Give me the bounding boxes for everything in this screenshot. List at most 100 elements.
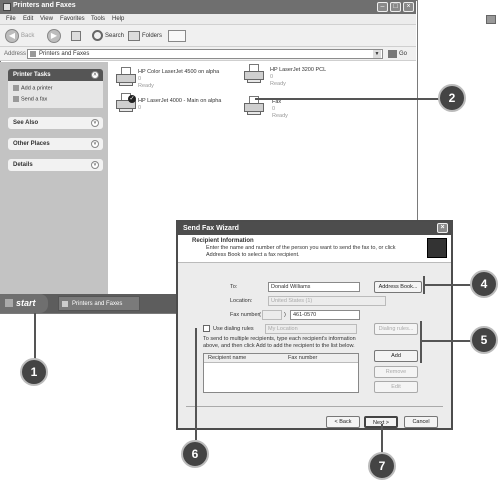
start-button[interactable]: start [0,294,48,313]
menu-view[interactable]: View [40,16,53,22]
cancel-button[interactable]: Cancel [404,416,438,428]
start-label: start [16,298,36,308]
callout-line-6 [195,328,197,440]
callout-line-4-bracket [423,276,425,294]
minimize-button[interactable]: – [377,2,388,12]
dialing-location-select[interactable]: My Location [265,324,357,334]
callout-line-1 [34,313,36,359]
multi-recipient-note: To send to multiple recipients, type eac… [203,336,356,349]
area-code-input[interactable] [262,310,282,320]
recipient-list[interactable]: Recipient name Fax number [203,353,359,393]
callout-line-5-bracket [420,321,422,363]
printer-count: 0 [138,105,142,111]
printer-item-3200[interactable]: HP LaserJet 3200 PCL 0 Ready [270,67,370,88]
dialog-close-button[interactable]: × [437,223,448,233]
expand-chevron-icon[interactable]: ˅ [91,119,99,127]
printer-icon[interactable] [116,67,136,87]
folders-icon[interactable] [128,31,140,41]
dialog-titlebar: Send Fax Wizard × [178,222,451,235]
printer-item-4000[interactable]: HP LaserJet 4000 - Main on alpha 0 [138,98,228,112]
taskbar-item-printers[interactable]: Printers and Faxes [58,296,140,311]
address-input[interactable]: Printers and Faxes ▼ [27,49,383,59]
menubar: File Edit View Favorites Tools Help [0,14,416,25]
back-label[interactable]: Back [21,33,34,39]
menu-file[interactable]: File [6,16,16,22]
menu-tools[interactable]: Tools [91,16,105,22]
menu-help[interactable]: Help [112,16,124,22]
printer-item-fax[interactable]: Fax 0 Ready [272,99,332,120]
callout-4: 4 [470,270,498,298]
callout-line-4 [424,284,472,286]
folders-button[interactable]: Folders [142,33,162,39]
search-button[interactable]: Search [105,33,124,39]
printer-tasks-body: Add a printer Send a fax [8,81,103,108]
menu-favorites[interactable]: Favorites [60,16,85,22]
dialing-rules-button[interactable]: Dialing rules... [374,323,418,335]
dialog-heading: Recipient Information [192,238,254,244]
maximize-button[interactable]: □ [390,2,401,12]
printer-tasks-header[interactable]: Printer Tasks ˄ [8,69,103,81]
back-button[interactable]: < Back [326,416,360,428]
close-button[interactable]: × [403,2,414,12]
expand-chevron-icon[interactable]: ˅ [91,161,99,169]
fax-paren-close: ) [284,312,286,318]
add-button[interactable]: Add [374,350,418,362]
location-label: Location: [230,298,253,304]
to-input[interactable]: Donald Williams [268,282,360,292]
add-printer-link[interactable]: Add a printer [13,85,53,91]
other-places-title: Other Places [13,141,50,147]
windows-flag-icon [5,299,13,307]
dropdown-arrow-icon[interactable]: ▼ [373,50,381,58]
expand-chevron-icon[interactable]: ˅ [91,140,99,148]
send-fax-label: Send a fax [21,96,48,103]
fax-paren-open: ( [259,312,261,318]
callout-2: 2 [438,84,466,112]
address-book-button[interactable]: Address Book... [374,281,422,293]
collapse-chevron-icon[interactable]: ˄ [91,71,99,79]
callout-1: 1 [20,358,48,386]
col-recipient-name[interactable]: Recipient name [208,355,246,361]
send-fax-link[interactable]: Send a fax [13,96,47,102]
use-dialing-rules-checkbox[interactable] [203,325,210,332]
edit-button[interactable]: Edit [374,381,418,393]
see-also-header[interactable]: See Also ˅ [8,117,103,129]
window-title: Printers and Faxes [13,2,76,9]
dialog-title: Send Fax Wizard [183,225,239,232]
printer-tasks-title: Printer Tasks [13,72,51,78]
printer-folder-icon [3,3,11,11]
go-arrow-icon[interactable] [388,50,397,58]
send-fax-wizard-dialog: Send Fax Wizard × Recipient Information … [176,220,453,430]
printer-count: 0 [272,106,276,112]
fax-icon [13,96,19,102]
add-printer-icon [13,85,19,91]
use-dialing-rules-label[interactable]: Use dialing rules [213,326,254,332]
callout-6: 6 [181,440,209,468]
views-icon[interactable] [168,30,186,42]
fax-number-input[interactable]: 461-0570 [290,310,360,320]
menu-edit[interactable]: Edit [23,16,33,22]
remove-button[interactable]: Remove [374,366,418,378]
address-value: Printers and Faxes [39,51,90,57]
forward-arrow-icon[interactable]: ▶ [47,29,61,43]
search-icon[interactable] [92,30,103,41]
printer-item-color-4500[interactable]: HP Color LaserJet 4500 on alpha 0 Ready [138,69,228,90]
dialog-description: Enter the name and number of the person … [206,245,396,258]
printer-icon[interactable] [244,64,264,84]
printer-status: Ready [272,113,288,119]
dialog-header: Recipient Information Enter the name and… [178,235,451,263]
go-button[interactable]: Go [399,51,407,57]
printer-count: 0 [270,74,274,80]
printer-status: Ready [138,83,154,89]
callout-7: 7 [368,452,396,480]
dialog-divider [186,406,443,407]
taskbar-item-label: Printers and Faxes [72,301,123,307]
printer-name: HP LaserJet 3200 PCL [270,67,327,73]
printer-status: Ready [270,81,286,87]
back-arrow-icon[interactable]: ◀ [5,29,19,43]
other-places-header[interactable]: Other Places ˅ [8,138,103,150]
location-select[interactable]: United States (1) [268,296,386,306]
col-fax-number[interactable]: Fax number [288,355,317,361]
details-header[interactable]: Details ˅ [8,159,103,171]
up-folder-icon[interactable] [71,31,81,41]
fax-number-label: Fax number: [230,312,261,318]
